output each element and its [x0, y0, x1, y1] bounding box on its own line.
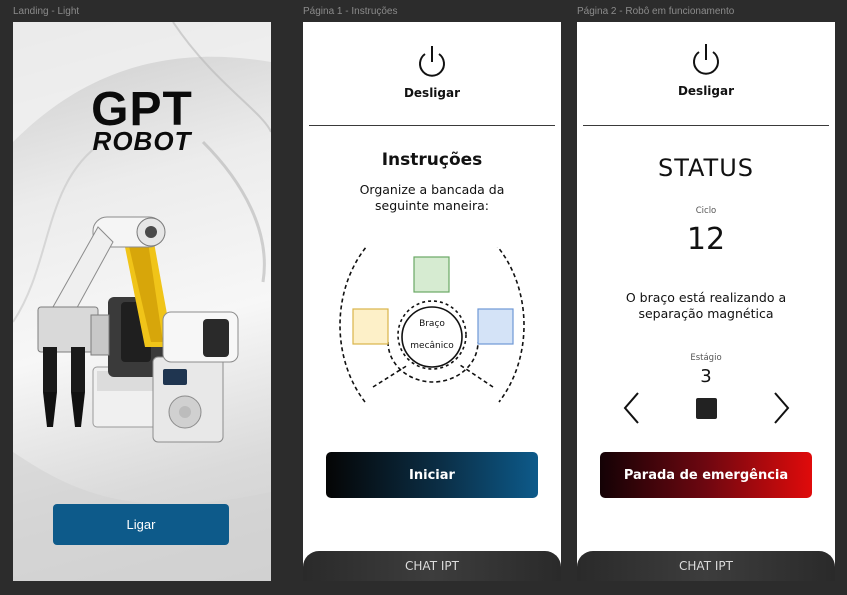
robot-arm-illustration [37, 216, 239, 443]
power-off-control[interactable]: Desligar [577, 42, 835, 98]
status-screen: Desligar STATUS Ciclo 12 O braço está re… [577, 22, 835, 581]
cycle-label: Ciclo [695, 206, 717, 216]
power-off-control[interactable]: Desligar [303, 44, 561, 100]
power-off-label: Desligar [403, 86, 461, 100]
chat-bar[interactable]: CHAT IPT [303, 551, 561, 581]
instructions-screen: Desligar Instruções Organize a bancada d… [303, 22, 561, 581]
header-divider [583, 125, 829, 126]
status-title: STATUS [657, 154, 755, 182]
emergency-stop-button[interactable]: Parada de emergência [600, 452, 812, 498]
power-icon [693, 44, 719, 75]
stage-label: Estágio [690, 353, 722, 363]
ligar-button[interactable]: Ligar [53, 504, 229, 545]
yellow-box [352, 308, 389, 345]
diagram-center-line1: Braço [419, 319, 445, 329]
workbench-diagram: Braço mecânico [339, 247, 525, 403]
stop-icon[interactable] [696, 398, 717, 419]
power-icon [419, 46, 445, 77]
cycle-value: 12 [686, 222, 726, 257]
frame-label-page2: Página 2 - Robô em funcionamento [577, 6, 735, 17]
frame-label-page1: Página 1 - Instruções [303, 6, 398, 17]
stage-value: 3 [700, 366, 712, 387]
start-button[interactable]: Iniciar [326, 452, 538, 498]
blue-box [477, 308, 514, 345]
logo-robot: ROBOT [92, 126, 192, 156]
instructions-text: Organize a bancada da seguinte maneira: [359, 182, 505, 213]
header-divider [309, 125, 555, 126]
status-message: O braço está realizando a separação magn… [625, 290, 787, 321]
landing-screen: GPT ROBOT Ligar [13, 22, 271, 581]
chevron-right-icon[interactable] [771, 390, 791, 426]
green-box [413, 256, 450, 293]
page-title: Instruções [381, 150, 483, 170]
chevron-left-icon[interactable] [622, 390, 642, 426]
diagram-center-line2: mecânico [410, 341, 454, 351]
chat-bar[interactable]: CHAT IPT [577, 551, 835, 581]
power-off-label: Desligar [677, 84, 735, 98]
frame-label-landing: Landing - Light [13, 6, 80, 17]
